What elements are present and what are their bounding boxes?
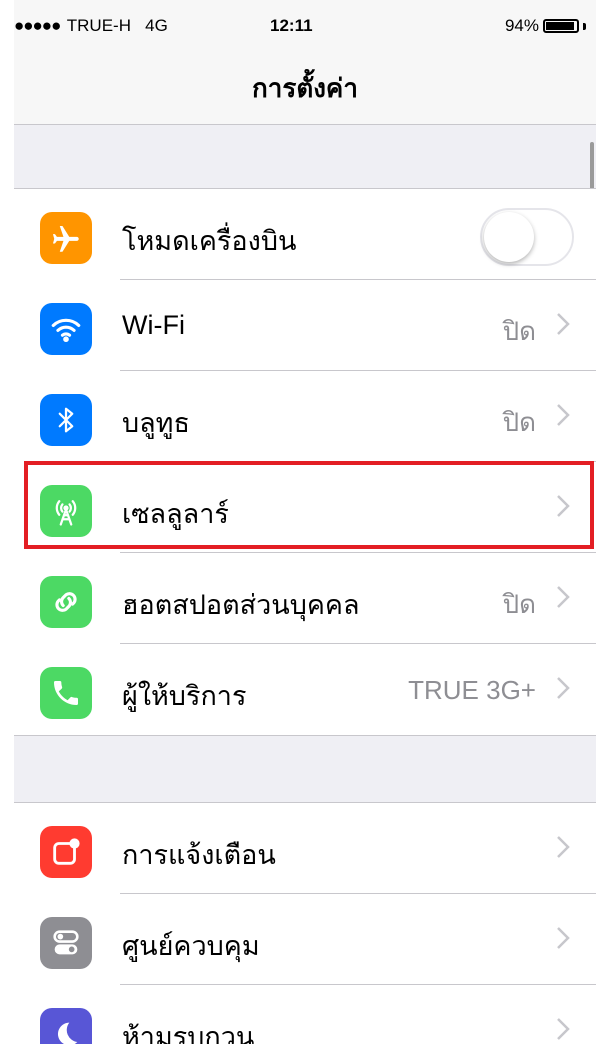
chevron-right-icon: [557, 586, 570, 608]
settings-screen: ●●●●● TRUE-H 4G 12:11 94% การตั้งค่า โหม…: [14, 0, 596, 1044]
settings-row-carrier[interactable]: ผู้ให้บริการ TRUE 3G+: [14, 644, 596, 735]
notifications-icon: [40, 826, 92, 878]
settings-row-label: ห้ามรบกวน: [122, 1022, 255, 1044]
settings-row-bluetooth[interactable]: บลูทูธ ปิด: [14, 371, 596, 462]
settings-row-label: การแจ้งเตือน: [122, 840, 276, 870]
chevron-right-icon: [557, 677, 570, 699]
battery-percent: 94%: [504, 16, 539, 35]
settings-row-notifications[interactable]: การแจ้งเตือน: [14, 803, 596, 894]
airplane-icon: [40, 212, 92, 264]
bluetooth-icon: [40, 394, 92, 446]
settings-row-wifi[interactable]: Wi-Fi ปิด: [14, 280, 596, 371]
settings-row-value: ปิด: [502, 407, 536, 437]
status-time: 12:11: [270, 16, 313, 35]
settings-row-control-center[interactable]: ศูนย์ควบคุม: [14, 894, 596, 985]
settings-row-value: ปิด: [502, 589, 536, 619]
airplane-mode-toggle[interactable]: [480, 208, 574, 266]
settings-row-do-not-disturb[interactable]: ห้ามรบกวน: [14, 985, 596, 1044]
control-center-icon: [40, 917, 92, 969]
chevron-right-icon: [557, 404, 570, 426]
moon-icon: [40, 1008, 92, 1044]
system-group: การแจ้งเตือน ศูนย์ควบคุม ห้ามรบกวน: [14, 802, 596, 1044]
chevron-right-icon: [557, 313, 570, 335]
network-type: 4G: [145, 16, 168, 35]
chevron-right-icon: [557, 927, 570, 949]
wifi-icon: [40, 303, 92, 355]
phone-icon: [40, 667, 92, 719]
toggle-knob: [484, 212, 534, 262]
signal-strength-icon: ●●●●●: [14, 16, 61, 35]
settings-row-cellular[interactable]: เซลลูลาร์: [14, 462, 596, 553]
page-title: การตั้งค่า: [252, 73, 358, 103]
carrier-name: TRUE-H: [66, 16, 131, 35]
settings-row-label: Wi-Fi: [122, 310, 185, 340]
settings-row-airplane-mode[interactable]: โหมดเครื่องบิน: [14, 189, 596, 280]
cellular-antenna-icon: [40, 485, 92, 537]
settings-row-label: ศูนย์ควบคุม: [122, 931, 260, 961]
settings-row-label: ฮอตสปอตส่วนบุคคล: [122, 590, 360, 620]
carrier-info: ●●●●● TRUE-H 4G: [14, 16, 168, 36]
settings-row-personal-hotspot[interactable]: ฮอตสปอตส่วนบุคคล ปิด: [14, 553, 596, 644]
chevron-right-icon: [557, 836, 570, 858]
chevron-right-icon: [557, 495, 570, 517]
settings-row-label: โหมดเครื่องบิน: [122, 226, 297, 256]
settings-row-value: ปิด: [502, 316, 536, 346]
settings-row-label: เซลลูลาร์: [122, 499, 229, 529]
settings-row-value: TRUE 3G+: [408, 675, 536, 705]
battery-icon: [543, 19, 579, 33]
navigation-bar: ●●●●● TRUE-H 4G 12:11 94% การตั้งค่า: [14, 0, 596, 125]
connectivity-group: โหมดเครื่องบิน Wi-Fi ปิด บลูทูธ ปิด เซลล…: [14, 188, 596, 736]
status-bar: ●●●●● TRUE-H 4G 12:11 94%: [14, 14, 596, 42]
battery-status: 94%: [505, 16, 586, 36]
settings-row-label: บลูทูธ: [122, 408, 190, 438]
chevron-right-icon: [557, 1018, 570, 1040]
hotspot-link-icon: [40, 576, 92, 628]
settings-row-label: ผู้ให้บริการ: [122, 681, 247, 711]
